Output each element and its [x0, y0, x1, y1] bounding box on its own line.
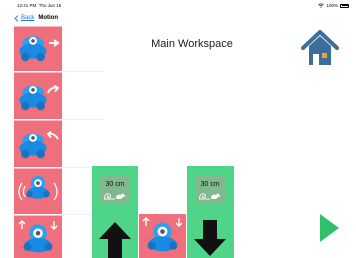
curved-arrow-left-icon: [47, 131, 59, 140]
nav-title: Motion: [38, 15, 59, 21]
status-time: 12:41 PM Thu Jun 15: [17, 3, 62, 8]
palette-divider: [62, 71, 103, 72]
workspace-title: Main Workspace: [151, 38, 233, 50]
battery-percent: 100%: [326, 3, 338, 8]
distance-value: 30 cm: [105, 181, 125, 188]
back-button[interactable]: Back: [14, 14, 35, 22]
nav-bar: Back Motion: [14, 12, 58, 24]
move-forward-program-block[interactable]: 30 cm: [92, 166, 138, 258]
play-icon: [320, 214, 339, 242]
arrow-right-icon: [49, 39, 60, 47]
palette-item-spin[interactable]: [14, 168, 62, 214]
distance-parameter[interactable]: 30 cm: [195, 176, 225, 204]
status-bar: 12:41 PM Thu Jun 15 100%: [0, 0, 356, 11]
distance-value: 30 cm: [200, 181, 220, 188]
dash-robot-move-up-down-icon: [147, 222, 178, 252]
curved-arrow-right-icon: [47, 85, 60, 94]
snail-rabbit-speed-icon: [199, 193, 221, 200]
motion-palette: [14, 26, 103, 258]
dash-robot-turn-right-icon: [19, 85, 47, 111]
palette-item-turn-right[interactable]: [14, 72, 62, 119]
play-button[interactable]: [318, 213, 340, 243]
robot-program-block[interactable]: [139, 214, 186, 258]
snail-rabbit-speed-icon: [104, 193, 126, 200]
palette-item-turn-left[interactable]: [14, 120, 62, 167]
status-right: 100%: [318, 3, 349, 8]
home-icon: [301, 30, 339, 65]
battery-icon: [340, 3, 349, 8]
dash-robot-move-forward-icon: [19, 36, 47, 62]
dash-robot-move-up-down-icon: [23, 224, 53, 253]
palette-divider: [62, 119, 103, 120]
spin-lines-icon: [18, 182, 58, 201]
chevron-left-icon: [14, 14, 19, 22]
palette-item-move-forward[interactable]: [14, 26, 62, 71]
dash-robot-turn-left-icon: [19, 133, 47, 159]
back-label: Back: [21, 15, 35, 21]
palette-item-move-up-down[interactable]: [14, 215, 62, 258]
home-button[interactable]: [300, 29, 340, 67]
arrow-down-icon: [194, 220, 226, 256]
arrow-up-icon: [99, 222, 131, 258]
wifi-icon: [318, 3, 325, 8]
move-backward-program-block[interactable]: 30 cm: [187, 166, 234, 258]
distance-parameter[interactable]: 30 cm: [100, 176, 130, 204]
